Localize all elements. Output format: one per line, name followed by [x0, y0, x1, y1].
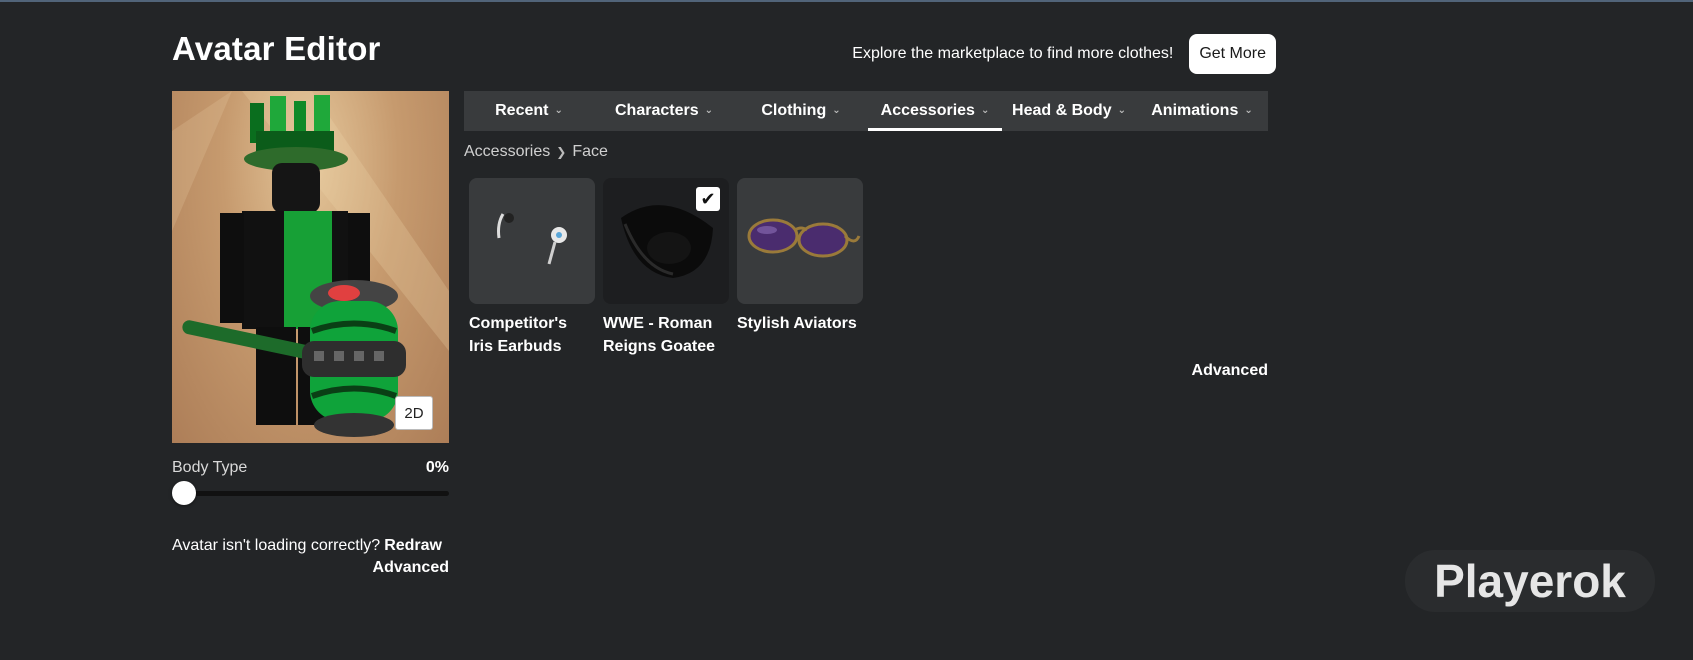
- body-type-slider[interactable]: [172, 491, 449, 496]
- tab-label: Head & Body: [1012, 102, 1112, 119]
- breadcrumb: Accessories ❯ Face: [464, 143, 608, 161]
- loading-prompt: Avatar isn't loading correctly?: [172, 537, 381, 554]
- avatar-render: [172, 91, 449, 437]
- item-name[interactable]: Stylish Aviators: [737, 312, 863, 335]
- tab-animations[interactable]: Animations ⌄: [1136, 91, 1268, 131]
- chevron-down-icon: ⌄: [1117, 104, 1126, 116]
- view-2d-toggle-button[interactable]: 2D: [395, 396, 433, 430]
- item-card[interactable]: ✔ WWE - Roman Reigns Goatee: [603, 178, 729, 358]
- chevron-right-icon: ❯: [556, 145, 567, 159]
- chevron-down-icon: ⌄: [832, 104, 841, 116]
- item-thumbnail[interactable]: [469, 178, 595, 304]
- top-border: [0, 0, 1693, 2]
- watermark-logo: Playerok: [1405, 550, 1655, 612]
- earbuds-icon: [497, 213, 567, 265]
- item-card[interactable]: Stylish Aviators: [737, 178, 863, 358]
- tab-accessories[interactable]: Accessories ⌄: [868, 91, 1002, 131]
- breadcrumb-face: Face: [572, 143, 608, 160]
- avatar-viewer[interactable]: 2D: [172, 91, 449, 443]
- item-thumbnail[interactable]: [737, 178, 863, 304]
- tab-head-body[interactable]: Head & Body ⌄: [1002, 91, 1136, 131]
- breadcrumb-accessories[interactable]: Accessories: [464, 143, 550, 161]
- tab-label: Clothing: [761, 102, 827, 119]
- chevron-down-icon: ⌄: [554, 104, 563, 116]
- promo-text: Explore the marketplace to find more clo…: [852, 45, 1174, 62]
- redraw-link[interactable]: Redraw: [384, 537, 442, 554]
- item-card[interactable]: Competitor's Iris Earbuds: [469, 178, 595, 358]
- chevron-down-icon: ⌄: [704, 104, 713, 116]
- tab-characters[interactable]: Characters ⌄: [594, 91, 734, 131]
- body-type-label: Body Type: [172, 459, 248, 476]
- advanced-catalog-link[interactable]: Advanced: [1100, 362, 1268, 380]
- tab-label: Animations: [1151, 102, 1239, 119]
- advanced-avatar-link[interactable]: Advanced: [172, 559, 449, 577]
- tab-clothing[interactable]: Clothing ⌄: [734, 91, 868, 131]
- selected-check-icon[interactable]: ✔: [696, 187, 720, 211]
- aviators-icon: [747, 218, 861, 258]
- body-type-slider-thumb[interactable]: [172, 481, 196, 505]
- tab-recent[interactable]: Recent ⌄: [464, 91, 594, 131]
- tab-label: Accessories: [880, 102, 975, 119]
- chevron-down-icon: ⌄: [980, 104, 990, 116]
- chevron-down-icon: ⌄: [1244, 104, 1253, 116]
- tab-label: Recent: [495, 102, 549, 119]
- category-tabs: Recent ⌄ Characters ⌄ Clothing ⌄ Accessorie…: [464, 91, 1268, 131]
- item-grid: Competitor's Iris Earbuds ✔ WWE - Roman …: [469, 178, 863, 358]
- item-thumbnail[interactable]: ✔: [603, 178, 729, 304]
- item-name[interactable]: WWE - Roman Reigns Goatee: [603, 312, 729, 358]
- tab-label: Characters: [615, 102, 699, 119]
- item-name[interactable]: Competitor's Iris Earbuds: [469, 312, 595, 358]
- promo-bar: Explore the marketplace to find more clo…: [600, 34, 1276, 74]
- get-more-button[interactable]: Get More: [1189, 34, 1276, 74]
- body-type-value: 0%: [425, 459, 449, 476]
- redraw-row: Avatar isn't loading correctly? Redraw: [172, 537, 449, 555]
- page-title: Avatar Editor: [172, 30, 381, 67]
